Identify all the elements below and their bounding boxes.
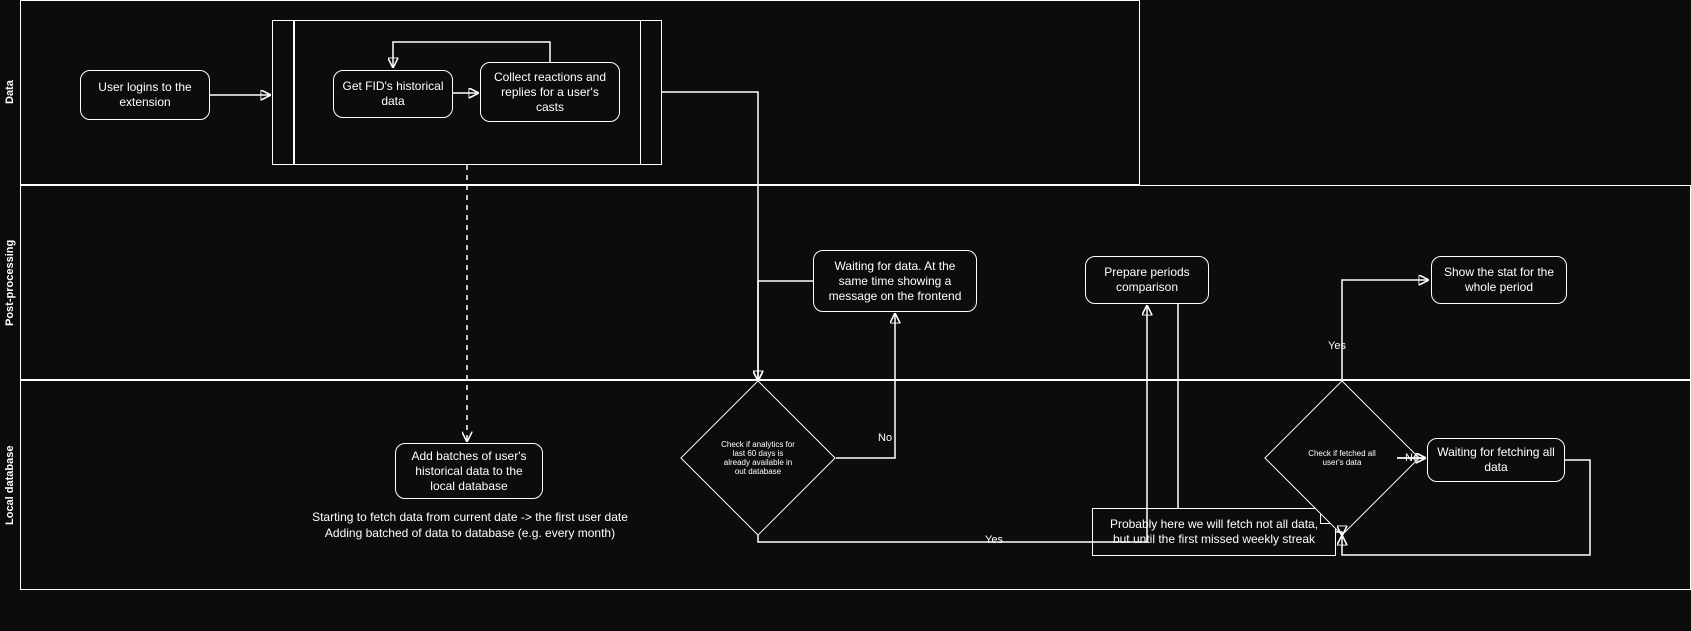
lane-label-data: Data bbox=[0, 0, 20, 185]
node-login: User logins to the extension bbox=[80, 70, 210, 120]
node-waiting-data: Waiting for data. At the same time showi… bbox=[813, 250, 977, 312]
freetext-fetch-note: Starting to fetch data from current date… bbox=[300, 510, 640, 541]
decision-check-all: Check if fetched all user's data bbox=[1287, 403, 1397, 513]
diagram-canvas: Data Post-processing Local database User… bbox=[0, 0, 1691, 631]
node-add-batches: Add batches of user's historical data to… bbox=[395, 443, 543, 499]
freetext-line-2: Adding batched of data to database (e.g.… bbox=[300, 526, 640, 542]
decision-check-60: Check if analytics for last 60 days is a… bbox=[703, 403, 813, 513]
edge-label-yes-2: Yes bbox=[1328, 340, 1346, 352]
node-waiting-all: Waiting for fetching all data bbox=[1427, 438, 1565, 482]
edge-label-yes-1: Yes bbox=[985, 534, 1003, 546]
lane-label-local: Local database bbox=[0, 380, 20, 590]
edge-label-no-2: No bbox=[1405, 452, 1419, 464]
note-probably: Probably here we will fetch not all data… bbox=[1092, 508, 1336, 556]
node-show-stat: Show the stat for the whole period bbox=[1431, 256, 1567, 304]
node-prepare-periods: Prepare periods comparison bbox=[1085, 256, 1209, 304]
node-get-historical: Get FID's historical data bbox=[333, 70, 453, 118]
node-collect-reactions: Collect reactions and replies for a user… bbox=[480, 62, 620, 122]
lane-border-local bbox=[20, 380, 1691, 590]
lane-label-post: Post-processing bbox=[0, 185, 20, 380]
freetext-line-1: Starting to fetch data from current date… bbox=[300, 510, 640, 526]
edge-label-no-1: No bbox=[878, 432, 892, 444]
